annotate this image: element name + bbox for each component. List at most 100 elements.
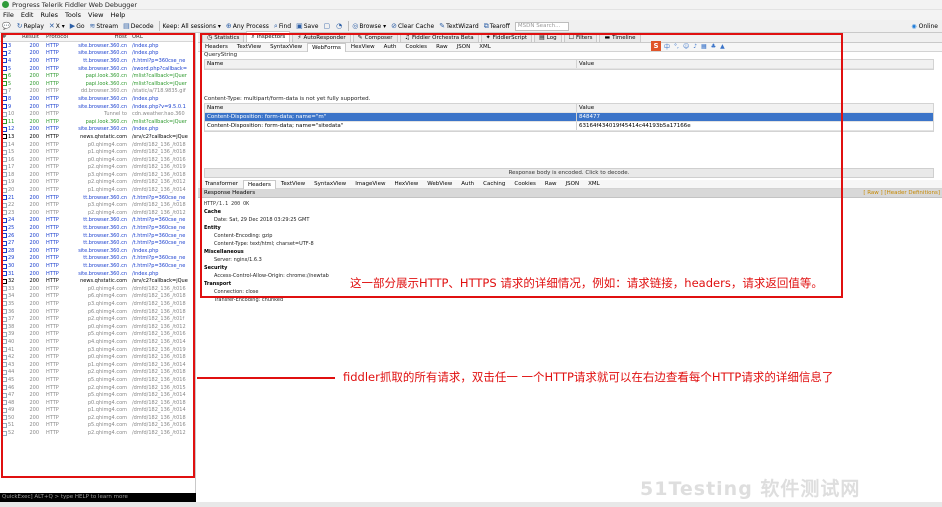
session-row[interactable]: 5 200 HTTP papi.look.360.cn/mlist?callback=… xyxy=(0,80,195,88)
session-row[interactable]: 25 200 HTTP tt.browser.360.cn/t.html?p=360c… xyxy=(0,224,195,232)
skin-icon[interactable]: ♣ xyxy=(711,43,716,50)
toolbar-item-decode[interactable]: ▤ Decode xyxy=(123,22,153,30)
chinese-mode-icon[interactable]: 中 xyxy=(664,42,670,51)
session-row[interactable]: 17 200 HTTP p2.qhimg4.com/dmfd/182_136_/t01… xyxy=(0,164,195,172)
tab-log[interactable]: ▤ Log xyxy=(534,32,562,42)
response-tab-json[interactable]: JSON xyxy=(562,180,584,189)
session-row[interactable]: 51 200 HTTP p5.qhimg4.com/dmfd/182_136_/t01… xyxy=(0,422,195,430)
session-row[interactable]: 42 200 HTTP p0.qhimg4.com/dmfd/182_136_/t01… xyxy=(0,353,195,361)
response-tab-xml[interactable]: XML xyxy=(584,180,604,189)
menu-file[interactable]: File xyxy=(3,11,14,19)
session-row[interactable]: 45 200 HTTP p5.qhimg4.com/dmfd/182_136_/t01… xyxy=(0,376,195,384)
menu-view[interactable]: View xyxy=(88,11,103,19)
session-row[interactable]: 44 200 HTTP p2.qhimg4.com/dmfd/182_136_/t01… xyxy=(0,369,195,377)
session-row[interactable]: 37 200 HTTP p2.qhimg4.com/dmfd/182_136_/t01… xyxy=(0,315,195,323)
session-row[interactable]: 10 200 HTTP Tunnel to cdn.weather.hao.360 xyxy=(0,110,195,118)
column-host[interactable]: Host xyxy=(70,34,130,40)
session-row[interactable]: 12 200 HTTP site.browser.360.cn/index.php xyxy=(0,126,195,134)
request-tab-xml[interactable]: XML xyxy=(475,43,495,52)
response-tab-webview[interactable]: WebView xyxy=(423,180,456,189)
session-row[interactable]: 3 200 HTTP site.browser.360.cn/index.php xyxy=(0,42,195,50)
tab-statistics[interactable]: ◷ Statistics xyxy=(202,32,245,42)
session-row[interactable]: 33 200 HTTP p0.qhimg4.com/dmfd/182_136_/t01… xyxy=(0,285,195,293)
toolbar-item-target[interactable]: ⊕ Any Process xyxy=(226,22,269,30)
toolbar-item-screenshot[interactable]: ▢ xyxy=(323,22,331,30)
response-tab-cookies[interactable]: Cookies xyxy=(510,180,540,189)
session-row[interactable]: 38 200 HTTP p0.qhimg4.com/dmfd/182_136_/t01… xyxy=(0,323,195,331)
quickexec-bar[interactable]: QuickExec] ALT+Q > type HELP to learn mo… xyxy=(0,493,196,502)
session-row[interactable]: 5 200 HTTP site.browser.360.cn/sword.php?ca… xyxy=(0,65,195,73)
menu-edit[interactable]: Edit xyxy=(21,11,34,19)
toolbar-item-save[interactable]: ▣ Save xyxy=(296,22,318,30)
menu-help[interactable]: Help xyxy=(110,11,125,19)
session-row[interactable]: 8 200 HTTP site.browser.360.cn/index.php xyxy=(0,95,195,103)
request-tab-json[interactable]: JSON xyxy=(453,43,475,52)
toolbox-icon[interactable]: ▲ xyxy=(720,43,725,50)
toolbar-item-tearoff[interactable]: ⧉ Tearoff xyxy=(484,22,510,31)
session-row[interactable]: 32 200 HTTP news.qhstatic.com/srv/c2?callba… xyxy=(0,277,195,285)
toolbar-item-comment[interactable]: 💬 xyxy=(2,22,12,30)
punctuation-icon[interactable]: °, xyxy=(674,43,679,50)
session-row[interactable]: 52 200 HTTP p2.qhimg4.com/dmfd/182_136_/t01… xyxy=(0,429,195,437)
sogou-logo-icon[interactable]: S xyxy=(651,41,661,51)
decode-notice[interactable]: Response body is encoded. Click to decod… xyxy=(204,168,934,178)
column-url[interactable]: URL xyxy=(130,34,190,40)
session-row[interactable]: 31 200 HTTP site.browser.360.cn/index.php xyxy=(0,270,195,278)
toolbar-item-remove[interactable]: ✕ X ▾ xyxy=(49,22,65,30)
session-row[interactable]: 18 200 HTTP p3.qhimg4.com/dmfd/182_136_/t01… xyxy=(0,171,195,179)
session-row[interactable]: 16 200 HTTP p0.qhimg4.com/dmfd/182_136_/t01… xyxy=(0,156,195,164)
form-data-row[interactable]: Content-Disposition: form-data; name="si… xyxy=(205,122,933,131)
session-row[interactable]: 23 200 HTTP p2.qhimg4.com/dmfd/182_136_/t01… xyxy=(0,209,195,217)
toolbar-item-find[interactable]: ⌕ Find xyxy=(274,22,291,31)
session-row[interactable]: 2 200 HTTP site.browser.360.cn/index.php xyxy=(0,50,195,58)
request-tab-webforms[interactable]: WebForms xyxy=(307,42,346,52)
tab-inspectors[interactable]: ⌕ Inspectors xyxy=(246,31,291,42)
column-protocol[interactable]: Protocol xyxy=(42,34,70,40)
menu-rules[interactable]: Rules xyxy=(40,11,58,19)
session-row[interactable]: 35 200 HTTP p3.qhimg4.com/dmfd/182_136_/t01… xyxy=(0,300,195,308)
response-tab-caching[interactable]: Caching xyxy=(479,180,509,189)
tab-fiddlerscript[interactable]: ✦ FiddlerScript xyxy=(480,32,533,42)
session-row[interactable]: 48 200 HTTP p0.qhimg4.com/dmfd/182_136_/t01… xyxy=(0,399,195,407)
response-tab-hexview[interactable]: HexView xyxy=(390,180,422,189)
response-tab-transformer[interactable]: Transformer xyxy=(201,180,242,189)
toolbar-item-textwizard[interactable]: ✎ TextWizard xyxy=(439,22,478,30)
request-tab-auth[interactable]: Auth xyxy=(380,43,401,52)
request-tab-headers[interactable]: Headers xyxy=(201,43,232,52)
session-row[interactable]: 47 200 HTTP p5.qhimg4.com/dmfd/182_136_/t01… xyxy=(0,391,195,399)
session-row[interactable]: 6 200 HTTP papi.look.360.cn/mlist?callback=… xyxy=(0,72,195,80)
emoji-icon[interactable]: ☺ xyxy=(683,43,689,50)
session-row[interactable]: 4 200 HTTP tt.browser.360.cn/t.html?p=360cs… xyxy=(0,57,195,65)
session-list[interactable]: # Result Protocol Host URL 3 200 HTTP site.… xyxy=(0,33,196,499)
session-row[interactable]: 14 200 HTTP p0.qhimg4.com/dmfd/182_136_/t01… xyxy=(0,141,195,149)
session-row[interactable]: 28 200 HTTP site.browser.360.cn/index.php xyxy=(0,247,195,255)
tab-filters[interactable]: ☐ Filters xyxy=(563,32,598,42)
response-tab-textview[interactable]: TextView xyxy=(277,180,309,189)
column-result[interactable]: Result xyxy=(22,34,42,40)
msdn-search-input[interactable]: MSDN Search... xyxy=(514,21,569,31)
session-row[interactable]: 9 200 HTTP site.browser.360.cn/index.php?v=… xyxy=(0,103,195,111)
tab-timeline[interactable]: ▬ Timeline xyxy=(599,32,641,42)
session-row[interactable]: 19 200 HTTP p2.qhimg4.com/dmfd/182_136_/t01… xyxy=(0,179,195,187)
tab-composer[interactable]: ✎ Composer xyxy=(352,32,398,42)
response-tab-raw[interactable]: Raw xyxy=(541,180,561,189)
request-tab-syntaxview[interactable]: SyntaxView xyxy=(266,43,306,52)
online-status[interactable]: ◉ Online xyxy=(911,20,938,32)
session-row[interactable]: 24 200 HTTP tt.browser.360.cn/t.html?p=360c… xyxy=(0,217,195,225)
microphone-icon[interactable]: ♪ xyxy=(693,43,697,50)
menu-tools[interactable]: Tools xyxy=(65,11,81,19)
response-tab-auth[interactable]: Auth xyxy=(457,180,478,189)
session-row[interactable]: 7 200 HTTP dd.browser.360.cn/static/a/718.9… xyxy=(0,88,195,96)
session-row[interactable]: 22 200 HTTP p3.qhimg4.com/dmfd/182_136_/t01… xyxy=(0,201,195,209)
toolbar-item-timer[interactable]: ◔ xyxy=(336,22,343,30)
toolbar-item-clear-cache[interactable]: ⊘ Clear Cache xyxy=(391,22,434,30)
session-row[interactable]: 49 200 HTTP p1.qhimg4.com/dmfd/182_136_/t01… xyxy=(0,407,195,415)
session-row[interactable]: 34 200 HTTP p6.qhimg4.com/dmfd/182_136_/t01… xyxy=(0,293,195,301)
raw-header-links[interactable]: [ Raw ] [Header Definitions] xyxy=(863,189,942,197)
tab-fiddler-orchestra-beta[interactable]: ♫ Fiddler Orchestra Beta xyxy=(399,32,479,42)
session-row[interactable]: 27 200 HTTP tt.browser.360.cn/t.html?p=360c… xyxy=(0,239,195,247)
toolbar-item-stream[interactable]: ≋ Stream xyxy=(90,22,119,30)
response-tab-headers[interactable]: Headers xyxy=(243,179,276,189)
session-row[interactable]: 46 200 HTTP p2.qhimg4.com/dmfd/182_136_/t01… xyxy=(0,384,195,392)
session-row[interactable]: 20 200 HTTP p1.qhimg4.com/dmfd/182_136_/t01… xyxy=(0,186,195,194)
